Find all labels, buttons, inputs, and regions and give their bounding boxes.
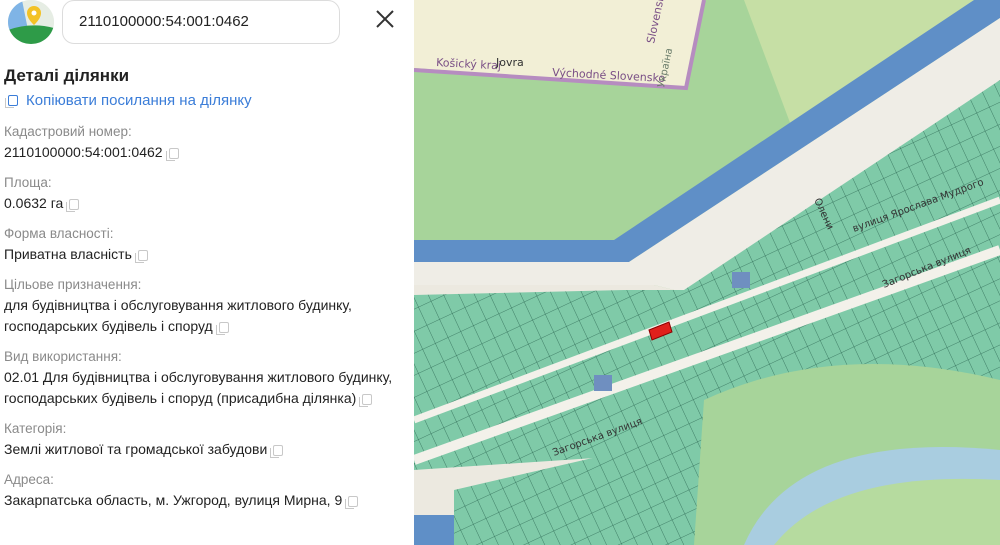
field-label: Адреса: (4, 472, 54, 487)
app-logo[interactable] (8, 0, 54, 44)
copy-icon[interactable] (359, 393, 373, 407)
close-icon[interactable] (372, 6, 398, 32)
cadastral-search-input[interactable]: 2110100000:54:001:0462 (62, 0, 340, 44)
field-label: Цільове призначення: (4, 277, 142, 292)
field-purpose: Цільове призначення: для будівництва і об… (4, 275, 404, 337)
field-value: Закарпатська область, м. Ужгород, вулиця… (4, 492, 343, 508)
copy-icon[interactable] (215, 321, 229, 335)
map-canvas[interactable]: Košický kraj Jovra Východné Slovensko Sl… (414, 0, 1000, 545)
panel-title: Деталі ділянки (4, 66, 130, 85)
field-value: Землі житлової та громадської забудови (4, 441, 268, 457)
field-cadastral-number: Кадастровий номер: 2110100000:54:001:0462 (4, 122, 404, 163)
field-area: Площа: 0.0632 га (4, 173, 404, 214)
field-ownership: Форма власності: Приватна власність (4, 224, 404, 265)
parcel-details-panel: 2110100000:54:001:0462 Деталі ділянки Ко… (0, 0, 414, 545)
field-usage: Вид використання: 02.01 Для будівництва і… (4, 347, 404, 409)
field-label: Площа: (4, 175, 52, 190)
copy-icon[interactable] (270, 444, 284, 458)
field-address: Адреса: Закарпатська область, м. Ужгород,… (4, 470, 404, 511)
field-value: 2110100000:54:001:0462 (4, 144, 163, 160)
parcel-fields: Кадастровий номер: 2110100000:54:001:0462… (4, 122, 404, 521)
copy-icon[interactable] (165, 147, 179, 161)
copy-icon[interactable] (134, 249, 148, 263)
field-category: Категорія: Землі житлової та громадської … (4, 419, 404, 460)
copy-link-label: Копіювати посилання на ділянку (26, 92, 252, 109)
copy-icon[interactable] (345, 495, 359, 509)
field-value: 0.0632 га (4, 195, 64, 211)
field-value: Приватна власність (4, 246, 132, 262)
field-label: Форма власності: (4, 226, 114, 241)
field-label: Кадастровий номер: (4, 124, 132, 139)
field-label: Вид використання: (4, 349, 122, 364)
copy-icon[interactable] (66, 198, 80, 212)
map-label: Jovra (495, 56, 524, 69)
copy-link-button[interactable]: Копіювати посилання на ділянку (4, 92, 252, 109)
copy-icon (5, 95, 18, 108)
field-label: Категорія: (4, 421, 67, 436)
field-value: 02.01 Для будівництва і обслуговування ж… (4, 369, 393, 406)
field-value: для будівництва і обслуговування житлово… (4, 297, 352, 334)
